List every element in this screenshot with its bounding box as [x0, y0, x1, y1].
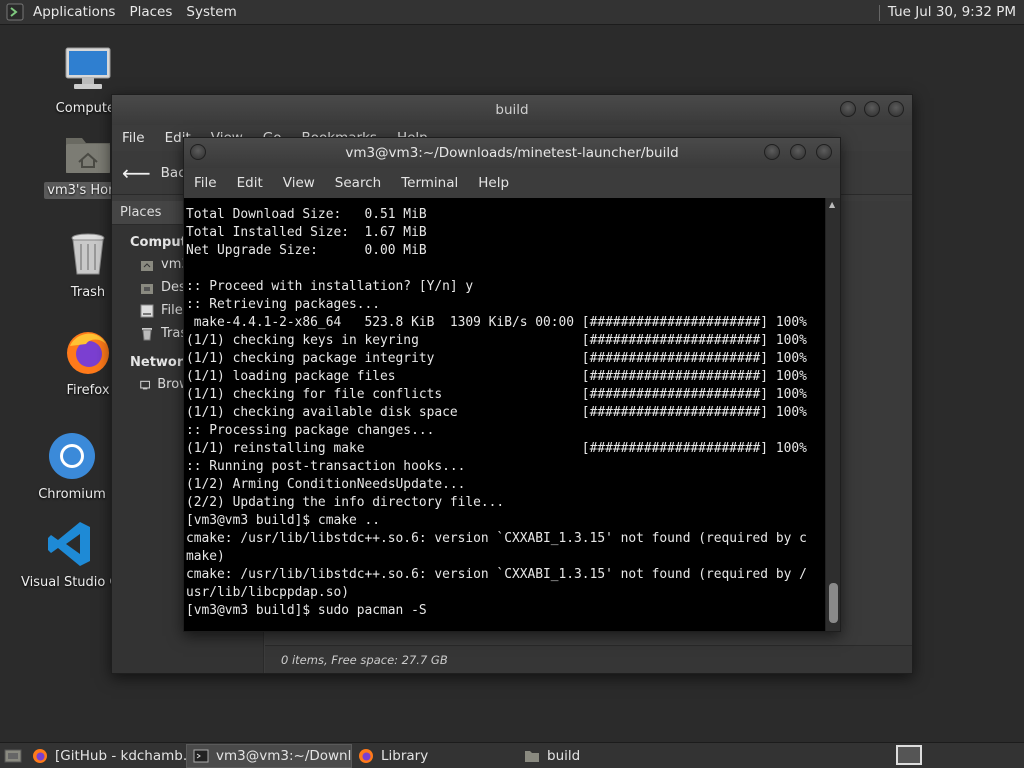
desktop-icon-label: Trash: [70, 285, 106, 300]
window-title: vm3@vm3:~/Downloads/minetest-launcher/bu…: [345, 145, 679, 161]
show-desktop-icon[interactable]: [4, 748, 22, 764]
top-panel: Applications Places System Tue Jul 30, 9…: [0, 0, 1024, 25]
computer-icon: [65, 47, 111, 89]
scrollbar-thumb[interactable]: [829, 583, 838, 623]
maximize-button[interactable]: [864, 101, 880, 117]
terminal-titlebar[interactable]: vm3@vm3:~/Downloads/minetest-launcher/bu…: [184, 138, 840, 168]
terminal-logo-icon[interactable]: [6, 3, 24, 21]
terminal-line: :: Proceed with installation? [Y/n] y: [186, 279, 474, 294]
close-button[interactable]: [888, 101, 904, 117]
menu-edit[interactable]: Edit: [227, 168, 273, 198]
terminal-window: vm3@vm3:~/Downloads/minetest-launcher/bu…: [183, 137, 841, 632]
terminal-line: [vm3@vm3 build]$ sudo pacman -S: [186, 603, 427, 618]
desktop-icon-label: Firefox: [66, 383, 110, 398]
terminal-line: (1/1) loading package files [###########…: [186, 369, 807, 384]
menu-file[interactable]: File: [184, 168, 227, 198]
window-title: build: [495, 102, 529, 118]
task-label: build: [547, 747, 581, 764]
task-build-folder[interactable]: build: [518, 744, 678, 768]
task-library[interactable]: Library: [352, 744, 518, 768]
network-icon: [140, 380, 151, 389]
maximize-button[interactable]: [790, 144, 806, 160]
terminal-output[interactable]: Total Download Size: 0.51 MiB Total Inst…: [184, 198, 826, 631]
task-label: Library: [381, 747, 429, 764]
bottom-panel: [GitHub - kdchamb... vm3@vm3:~/Downl... …: [0, 742, 1024, 768]
terminal-line: [vm3@vm3 build]$ cmake ..: [186, 513, 381, 528]
desktop-icon-vscode[interactable]: Visual Studio Code: [18, 518, 122, 595]
menu-applications[interactable]: Applications: [26, 0, 122, 25]
status-bar: 0 items, Free space: 27.7 GB: [265, 645, 912, 673]
minimize-button[interactable]: [840, 101, 856, 117]
terminal-line: make-4.4.1-2-x86_64 523.8 KiB 1309 KiB/s…: [186, 315, 807, 330]
terminal-line: (1/2) Arming ConditionNeedsUpdate...: [186, 477, 466, 492]
terminal-menubar: File Edit View Search Terminal Help: [184, 168, 840, 198]
task-label: vm3@vm3:~/Downl...: [216, 747, 352, 764]
task-terminal[interactable]: vm3@vm3:~/Downl...: [186, 743, 352, 768]
task-github-firefox[interactable]: [GitHub - kdchamb...: [26, 744, 186, 768]
clock[interactable]: Tue Jul 30, 9:32 PM: [875, 0, 1024, 25]
terminal-line: (1/1) checking keys in keyring [########…: [186, 333, 807, 348]
terminal-line: Total Download Size: 0.51 MiB: [186, 207, 427, 222]
menu-search[interactable]: Search: [325, 168, 391, 198]
home-folder-icon: [66, 138, 110, 173]
clock-text: Tue Jul 30, 9:32 PM: [887, 4, 1016, 20]
terminal-line: (1/1) checking package integrity [######…: [186, 351, 807, 366]
terminal-scrollbar[interactable]: ▲: [825, 198, 840, 631]
minimize-button[interactable]: [764, 144, 780, 160]
terminal-line: Total Installed Size: 1.67 MiB: [186, 225, 427, 240]
menu-view[interactable]: View: [273, 168, 325, 198]
workspace-switcher[interactable]: [896, 745, 922, 765]
desktop-icon-chromium[interactable]: Chromium: [22, 430, 122, 503]
terminal-text: Total Download Size: 0.51 MiB Total Inst…: [186, 206, 826, 620]
vscode-icon: [48, 522, 90, 566]
close-button[interactable]: [816, 144, 832, 160]
menu-file[interactable]: File: [112, 125, 155, 151]
firefox-icon: [359, 748, 373, 763]
menu-system[interactable]: System: [179, 0, 243, 25]
menu-help[interactable]: Help: [468, 168, 519, 198]
panel-separator: [878, 4, 880, 21]
terminal-line: (2/2) Updating the info directory file..…: [186, 495, 505, 510]
trash-icon: [142, 327, 152, 340]
terminal-icon: [193, 749, 209, 762]
terminal-line: (1/1) checking for file conflicts [#####…: [186, 387, 807, 402]
window-menu-button[interactable]: [190, 144, 206, 160]
terminal-line: (1/1) reinstalling make [###############…: [186, 441, 807, 456]
chromium-icon: [49, 433, 95, 479]
menu-places[interactable]: Places: [122, 0, 179, 25]
terminal-line: :: Processing package changes...: [186, 423, 435, 438]
terminal-line: Net Upgrade Size: 0.00 MiB: [186, 243, 427, 258]
home-icon: [141, 260, 153, 271]
desktop-icon: [141, 283, 153, 294]
trash-icon: [71, 233, 105, 275]
terminal-line: cmake: /usr/lib/libstdc++.so.6: version …: [186, 567, 807, 582]
firefox-icon: [33, 748, 47, 763]
terminal-line: usr/lib/libcppdap.so): [186, 585, 349, 600]
terminal-line: make): [186, 549, 225, 564]
desktop-icon-label: Chromium: [38, 487, 106, 502]
folder-icon: [525, 750, 539, 762]
menu-terminal[interactable]: Terminal: [391, 168, 468, 198]
back-arrow-icon: ⟵: [122, 160, 151, 185]
scroll-up-icon[interactable]: ▲: [829, 200, 835, 209]
terminal-line: :: Running post-transaction hooks...: [186, 459, 466, 474]
desktop-icon-label: Visual Studio Code: [21, 575, 122, 590]
top-menu: Applications Places System: [0, 0, 244, 25]
terminal-line: :: Retrieving packages...: [186, 297, 381, 312]
terminal-line: (1/1) checking available disk space [###…: [186, 405, 807, 420]
file-manager-titlebar[interactable]: build: [112, 95, 912, 125]
drive-icon: [140, 304, 154, 317]
terminal-line: cmake: /usr/lib/libstdc++.so.6: version …: [186, 531, 807, 546]
firefox-icon: [67, 332, 109, 374]
task-label: [GitHub - kdchamb...: [55, 747, 186, 764]
